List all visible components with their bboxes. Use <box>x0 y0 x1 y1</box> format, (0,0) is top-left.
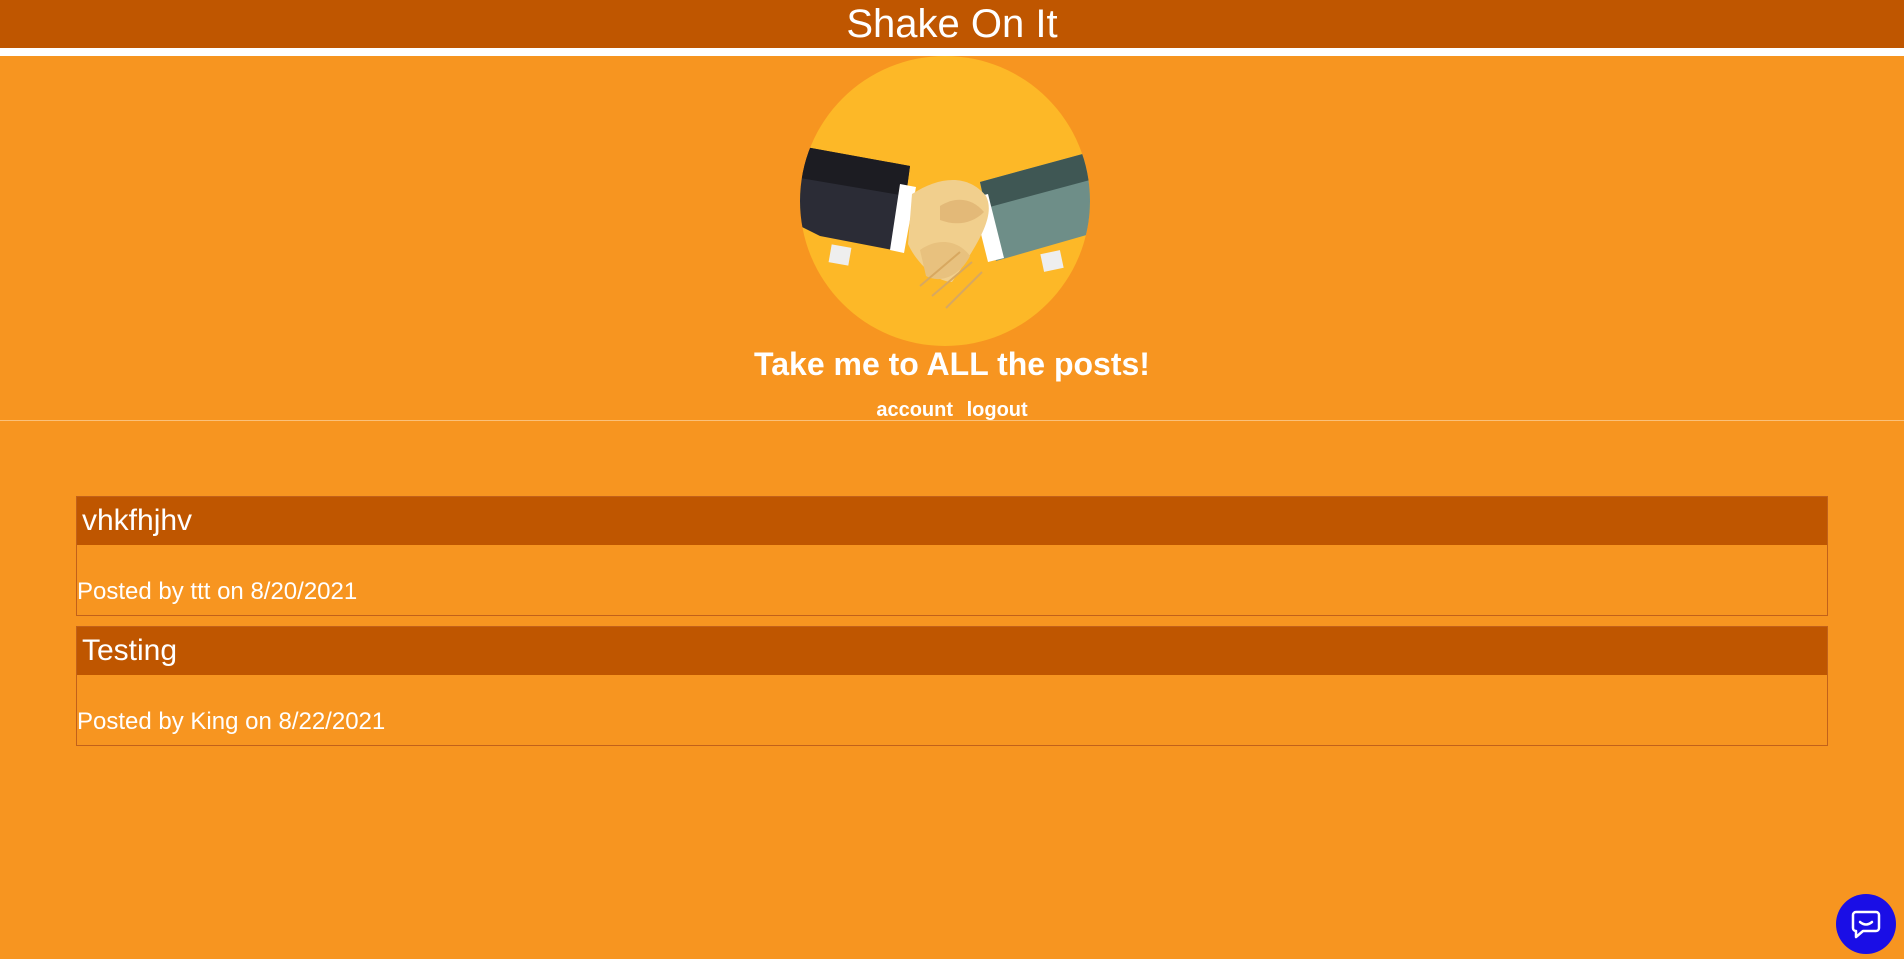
chat-button[interactable] <box>1836 894 1896 954</box>
hero-divider <box>0 420 1904 421</box>
post-list: vhkfhjhv Posted by ttt on 8/20/2021 Test… <box>76 496 1828 756</box>
chat-bubble-icon <box>1851 910 1881 939</box>
all-posts-link[interactable]: Take me to ALL the posts! <box>0 344 1904 384</box>
post-card[interactable]: vhkfhjhv Posted by ttt on 8/20/2021 <box>76 496 1828 616</box>
post-title[interactable]: Testing <box>77 627 1827 675</box>
post-meta: Posted by King on 8/22/2021 <box>77 708 386 735</box>
header-divider <box>0 48 1904 56</box>
post-meta: Posted by ttt on 8/20/2021 <box>77 578 358 605</box>
hero-section: Take me to ALL the posts! account logout <box>0 56 1904 421</box>
user-nav: account logout <box>0 392 1904 428</box>
site-title: Shake On It <box>846 2 1058 46</box>
post-card[interactable]: Testing Posted by King on 8/22/2021 <box>76 626 1828 746</box>
site-header: Shake On It <box>0 0 1904 48</box>
post-title[interactable]: vhkfhjhv <box>77 497 1827 545</box>
handshake-icon <box>800 56 1090 346</box>
logout-link[interactable]: logout <box>967 399 1028 421</box>
account-link[interactable]: account <box>876 399 953 421</box>
